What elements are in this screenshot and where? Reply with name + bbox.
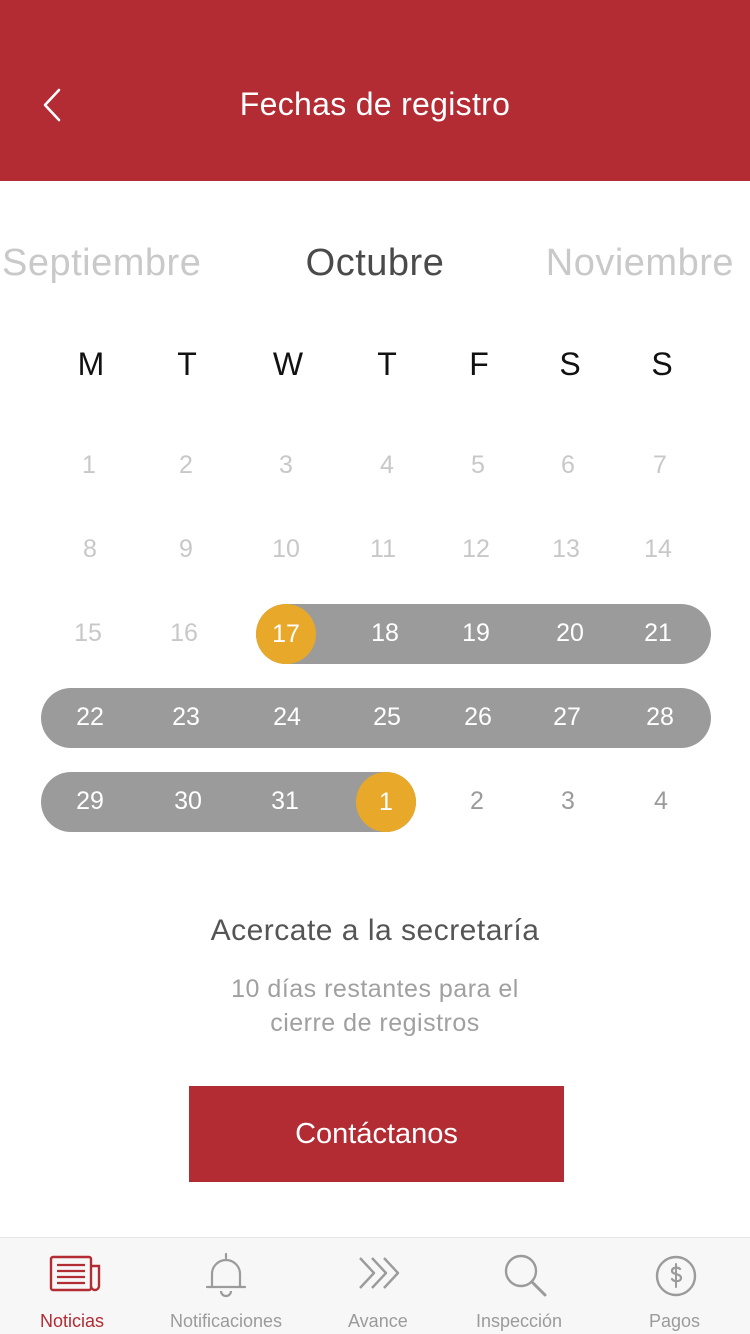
calendar-day-in-range[interactable]: 25 [357,687,417,747]
calendar-day[interactable]: 3 [256,435,316,495]
info-subtitle-line1: 10 días restantes para el [231,975,519,1003]
contact-button[interactable]: Contáctanos [189,1086,564,1182]
calendar-day-next-month[interactable]: 3 [538,771,598,831]
calendar-day[interactable]: 11 [353,519,413,579]
calendar-day[interactable]: 7 [630,435,690,495]
app-header: Fechas de registro [0,0,750,181]
tab-label: Noticias [40,1311,105,1331]
calendar-day-in-range[interactable]: 20 [540,603,600,663]
tab-noticias[interactable]: Noticias [16,1238,136,1334]
info-subtitle-line2: cierre de registros [270,1009,480,1037]
range-end-day[interactable]: 1 [356,772,416,832]
calendar-day[interactable]: 8 [60,519,120,579]
calendar-day-in-range[interactable]: 26 [448,687,508,747]
tab-notificaciones[interactable]: Notificaciones [166,1238,286,1334]
tab-inspeccion[interactable]: Inspección [466,1238,586,1334]
newspaper-icon [49,1255,101,1292]
magnifier-icon [504,1254,547,1297]
calendar-day[interactable]: 1 [59,435,119,495]
tab-pagos[interactable]: Pagos [616,1238,736,1334]
calendar-day-in-range[interactable]: 22 [60,687,120,747]
calendar-day-in-range[interactable]: 27 [537,687,597,747]
dollar-circle-icon [655,1255,697,1297]
range-start-day[interactable]: 17 [256,604,316,664]
calendar-day-in-range[interactable]: 30 [158,771,218,831]
weekday-label: T [377,346,397,382]
weekday-label: M [77,346,105,382]
tab-label: Pagos [649,1311,701,1331]
info-title: Acercate a la secretaría [210,914,540,947]
weekday-label: W [272,346,304,382]
tab-label: Notificaciones [170,1311,283,1331]
calendar-day-in-range[interactable]: 29 [60,771,120,831]
tab-label: Avance [348,1311,408,1331]
calendar-day[interactable]: 6 [538,435,598,495]
calendar-day[interactable]: 16 [154,603,214,663]
calendar-day-next-month[interactable]: 2 [447,771,507,831]
calendar-day[interactable]: 13 [536,519,596,579]
calendar-day[interactable]: 9 [156,519,216,579]
calendar-day-next-month[interactable]: 4 [631,771,691,831]
calendar-day-in-range[interactable]: 24 [257,687,317,747]
weekday-label: F [469,346,489,382]
calendar-day[interactable]: 15 [58,603,118,663]
calendar-day[interactable]: 12 [446,519,506,579]
calendar-day-in-range[interactable]: 28 [630,687,690,747]
calendar-day[interactable]: 2 [156,435,216,495]
calendar-day[interactable]: 10 [256,519,316,579]
weekday-label: S [651,346,673,382]
calendar-day-in-range[interactable]: 18 [355,603,415,663]
tab-label: Inspección [476,1311,563,1331]
calendar-day-in-range[interactable]: 19 [446,603,506,663]
calendar-day-in-range[interactable]: 21 [628,603,688,663]
weekday-label: S [559,346,581,382]
calendar-day-in-range[interactable]: 31 [255,771,315,831]
bottom-tab-bar: Noticias Notificaciones Avance Inspecció… [0,1237,750,1334]
calendar-day[interactable]: 14 [628,519,688,579]
calendar-day[interactable]: 4 [357,435,417,495]
page-title: Fechas de registro [239,86,511,122]
month-next[interactable]: Noviembre [546,240,734,286]
bell-icon [205,1252,247,1298]
calendar-day[interactable]: 5 [448,435,508,495]
tab-avance[interactable]: Avance [320,1238,440,1334]
calendar-day-in-range[interactable]: 23 [156,687,216,747]
chevrons-right-icon [359,1257,400,1289]
weekday-label: T [177,346,197,382]
